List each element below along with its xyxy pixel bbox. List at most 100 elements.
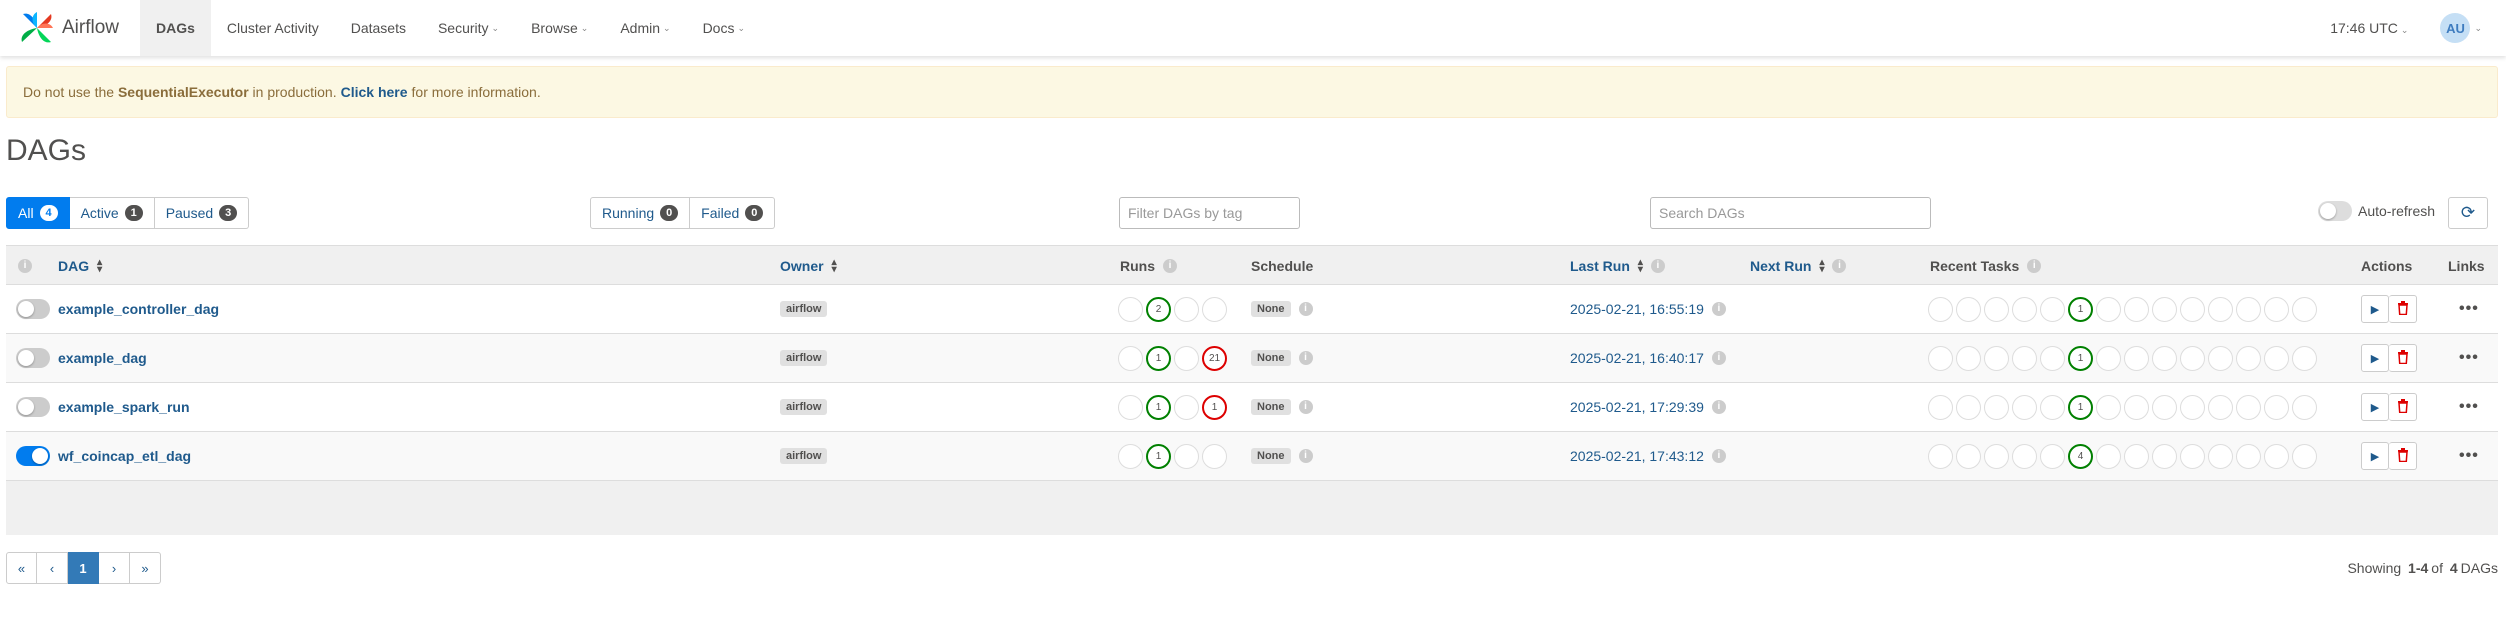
task-state-circle[interactable] [2152, 345, 2177, 371]
filter-paused-button[interactable]: Paused 3 [154, 197, 250, 229]
task-state-circle[interactable] [1984, 394, 2009, 420]
info-icon[interactable]: i [1832, 258, 1847, 273]
task-state-circle[interactable] [2180, 345, 2205, 371]
delete-dag-button[interactable] [2389, 442, 2417, 470]
nav-item-cluster-activity[interactable]: Cluster Activity [211, 0, 335, 56]
run-state-circle[interactable] [1174, 394, 1199, 420]
nav-item-docs[interactable]: Docs ⌄ [687, 0, 761, 56]
trigger-dag-button[interactable]: ▶ [2361, 295, 2389, 323]
owner-badge[interactable]: airflow [780, 301, 828, 317]
run-state-circle[interactable] [1118, 394, 1143, 420]
task-state-circle[interactable] [2292, 296, 2317, 322]
task-state-circle[interactable] [2124, 394, 2149, 420]
task-state-circle[interactable] [2096, 296, 2121, 322]
task-state-circle[interactable] [1956, 443, 1981, 469]
task-state-circle[interactable] [1928, 345, 1953, 371]
task-state-circle[interactable] [2012, 296, 2037, 322]
info-icon[interactable]: i [2027, 258, 2042, 273]
clock-dropdown[interactable]: 17:46 UTC ⌄ [2330, 20, 2408, 36]
brand-link[interactable]: Airflow [18, 0, 140, 56]
nav-item-admin[interactable]: Admin ⌄ [604, 0, 686, 56]
filter-running-button[interactable]: Running 0 [590, 197, 691, 229]
dag-pause-toggle[interactable] [16, 446, 50, 466]
task-state-circle[interactable] [1984, 443, 2009, 469]
task-state-circle[interactable] [2292, 394, 2317, 420]
dag-name-link[interactable]: example_spark_run [58, 399, 190, 415]
task-state-circle[interactable]: 4 [2068, 443, 2093, 469]
trigger-dag-button[interactable]: ▶ [2361, 393, 2389, 421]
task-state-circle[interactable] [2012, 394, 2037, 420]
task-state-circle[interactable] [2264, 296, 2289, 322]
sort-next-run-header[interactable]: Next Run ▴ ▾ i [1750, 246, 1847, 285]
dag-pause-toggle[interactable] [16, 299, 50, 319]
tag-filter-input[interactable]: Filter DAGs by tag [1119, 197, 1300, 229]
info-icon[interactable]: i [1298, 449, 1313, 463]
task-state-circle[interactable] [1928, 443, 1953, 469]
task-state-circle[interactable] [2208, 345, 2233, 371]
task-state-circle[interactable] [2180, 443, 2205, 469]
task-state-circle[interactable] [1956, 394, 1981, 420]
nav-item-browse[interactable]: Browse ⌄ [515, 0, 604, 56]
dag-pause-toggle[interactable] [16, 348, 50, 368]
dag-name-link[interactable]: wf_coincap_etl_dag [58, 448, 191, 464]
task-state-circle[interactable] [2208, 443, 2233, 469]
task-state-circle[interactable] [2292, 345, 2317, 371]
task-state-circle[interactable] [2236, 345, 2261, 371]
nav-item-security[interactable]: Security ⌄ [422, 0, 515, 56]
task-state-circle[interactable] [2012, 443, 2037, 469]
task-state-circle[interactable] [2292, 443, 2317, 469]
trigger-dag-button[interactable]: ▶ [2361, 442, 2389, 470]
info-icon[interactable]: i [1711, 302, 1726, 316]
info-icon[interactable]: i [1711, 400, 1726, 414]
task-state-circle[interactable] [2264, 394, 2289, 420]
task-state-circle[interactable] [2236, 394, 2261, 420]
sort-last-run-header[interactable]: Last Run ▴ ▾ i [1570, 246, 1665, 285]
task-state-circle[interactable] [2152, 443, 2177, 469]
task-state-circle[interactable] [2124, 296, 2149, 322]
last-run-link[interactable]: 2025-02-21, 17:29:39 [1570, 399, 1704, 415]
delete-dag-button[interactable] [2389, 393, 2417, 421]
run-state-circle[interactable] [1174, 345, 1199, 371]
owner-badge[interactable]: airflow [780, 350, 828, 366]
last-run-link[interactable]: 2025-02-21, 16:40:17 [1570, 350, 1704, 366]
task-state-circle[interactable] [2096, 345, 2121, 371]
task-state-circle[interactable] [2180, 296, 2205, 322]
info-icon[interactable]: i [1298, 302, 1313, 316]
task-state-circle[interactable] [2152, 394, 2177, 420]
task-state-circle[interactable] [2096, 443, 2121, 469]
info-icon[interactable]: i [1163, 258, 1177, 273]
more-options-icon[interactable]: ••• [2459, 447, 2479, 465]
info-icon[interactable]: i [1298, 351, 1313, 365]
auto-refresh-toggle[interactable]: Auto-refresh [2318, 201, 2435, 221]
last-run-link[interactable]: 2025-02-21, 16:55:19 [1570, 301, 1704, 317]
info-icon[interactable]: i [1711, 449, 1726, 463]
info-icon[interactable]: i [18, 258, 32, 273]
filter-active-button[interactable]: Active 1 [69, 197, 155, 229]
trigger-dag-button[interactable]: ▶ [2361, 344, 2389, 372]
task-state-circle[interactable] [2236, 296, 2261, 322]
task-state-circle[interactable] [2040, 394, 2065, 420]
run-state-circle[interactable] [1202, 443, 1227, 469]
nav-item-dags[interactable]: DAGs [140, 0, 211, 56]
auto-refresh-switch[interactable] [2318, 201, 2352, 221]
delete-dag-button[interactable] [2389, 295, 2417, 323]
more-options-icon[interactable]: ••• [2459, 398, 2479, 416]
dag-pause-toggle[interactable] [16, 397, 50, 417]
task-state-circle[interactable] [1984, 296, 2009, 322]
task-state-circle[interactable] [2012, 345, 2037, 371]
sort-dag-header[interactable]: DAG ▴ ▾ [58, 246, 102, 285]
run-state-circle[interactable] [1174, 443, 1199, 469]
filter-failed-button[interactable]: Failed 0 [690, 197, 776, 229]
task-state-circle[interactable] [2040, 296, 2065, 322]
dag-name-link[interactable]: example_dag [58, 350, 147, 366]
filter-all-button[interactable]: All 4 [6, 197, 70, 229]
task-state-circle[interactable] [2096, 394, 2121, 420]
last-page-button[interactable]: » [130, 552, 161, 584]
run-state-circle[interactable]: 2 [1146, 296, 1171, 322]
task-state-circle[interactable] [2040, 345, 2065, 371]
more-options-icon[interactable]: ••• [2459, 349, 2479, 367]
task-state-circle[interactable] [2040, 443, 2065, 469]
refresh-button[interactable]: ⟳ [2448, 197, 2488, 229]
task-state-circle[interactable] [2152, 296, 2177, 322]
run-state-circle[interactable]: 21 [1202, 345, 1227, 371]
